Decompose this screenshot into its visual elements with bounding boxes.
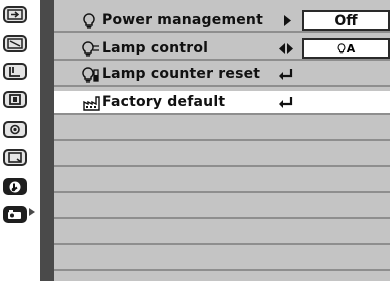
setting-icon[interactable] — [3, 149, 27, 166]
empty-menu-row — [54, 221, 390, 245]
left-right-arrow-icon[interactable] — [278, 42, 294, 55]
menu-frame-bar — [40, 0, 54, 281]
empty-menu-row — [54, 195, 390, 219]
projector-icon[interactable] — [3, 206, 27, 223]
image-adjust-icon[interactable] — [3, 63, 27, 80]
projector-menu-screen: Power management Off Lamp control A Lamp… — [0, 0, 390, 281]
menu-sidebar — [0, 0, 40, 281]
lamp-control-value-box[interactable]: A — [302, 38, 390, 59]
power-bulb-icon — [83, 13, 95, 29]
menu-item-label: Lamp counter reset — [102, 66, 261, 82]
screen-icon[interactable] — [3, 91, 27, 108]
empty-menu-row — [54, 143, 390, 167]
right-arrow-icon[interactable] — [283, 14, 292, 27]
menu-item-label: Lamp control — [102, 40, 209, 56]
enter-icon[interactable] — [278, 96, 293, 109]
power-management-value-box[interactable]: Off — [302, 10, 390, 31]
lamp-counter-icon — [82, 67, 99, 83]
empty-menu-row — [54, 247, 390, 271]
factory-default-icon — [83, 96, 100, 111]
info-icon[interactable] — [3, 178, 27, 195]
empty-menu-row — [54, 117, 390, 141]
empty-menu-row — [54, 273, 390, 281]
menu-item-factory-default[interactable]: Factory default — [54, 91, 390, 115]
lamp-control-value: A — [346, 42, 356, 55]
power-management-value: Off — [334, 12, 358, 29]
enter-icon[interactable] — [278, 68, 293, 81]
menu-item-lamp-control[interactable]: Lamp control A — [54, 37, 390, 61]
active-tab-pointer-icon — [29, 208, 35, 216]
lamp-control-icon — [82, 41, 99, 57]
menu-item-label: Factory default — [102, 94, 226, 110]
menu-item-lamp-counter-reset[interactable]: Lamp counter reset — [54, 63, 390, 87]
lamp-bulb-icon — [337, 43, 346, 54]
input-icon[interactable] — [3, 6, 27, 23]
empty-menu-row — [54, 169, 390, 193]
menu-item-power-management[interactable]: Power management Off — [54, 9, 390, 33]
lamp-setting-menu: Power management Off Lamp control A Lamp… — [54, 0, 390, 281]
image-select-icon[interactable] — [3, 35, 27, 52]
color-icon[interactable] — [3, 121, 27, 138]
menu-item-label: Power management — [102, 12, 263, 28]
